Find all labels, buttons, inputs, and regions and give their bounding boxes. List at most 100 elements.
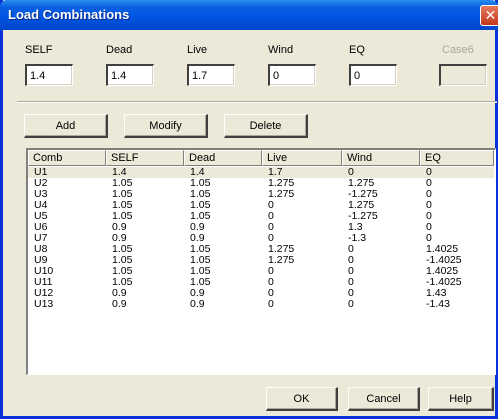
table-row[interactable]: U11 1.05 1.05 0 0 -1.4025 bbox=[28, 277, 494, 288]
combinations-list[interactable]: Comb SELF Dead Live Wind EQ U1 1.4 1.4 1.7 0… bbox=[26, 148, 496, 375]
table-cell: U1 bbox=[34, 167, 48, 178]
table-cell: 1.05 bbox=[190, 244, 211, 255]
table-cell: 1.275 bbox=[348, 200, 375, 211]
close-button[interactable]: ✕ bbox=[480, 5, 498, 26]
add-button-label: Add bbox=[55, 119, 76, 132]
wind-input[interactable] bbox=[268, 64, 316, 86]
table-cell: U3 bbox=[34, 189, 48, 200]
table-row[interactable]: U10 1.05 1.05 0 0 1.4025 bbox=[28, 266, 494, 277]
modify-button[interactable]: Modify bbox=[124, 114, 208, 138]
table-cell: 1.4025 bbox=[426, 244, 459, 255]
cancel-button-label: Cancel bbox=[366, 392, 401, 405]
table-cell: 0 bbox=[426, 200, 432, 211]
dead-input[interactable] bbox=[106, 64, 154, 86]
table-cell: 0 bbox=[348, 244, 354, 255]
title-bar: Load Combinations ✕ bbox=[0, 0, 498, 30]
table-cell: 1.05 bbox=[112, 178, 133, 189]
table-cell: 1.275 bbox=[268, 244, 295, 255]
table-cell: U12 bbox=[34, 288, 54, 299]
modify-button-label: Modify bbox=[149, 119, 182, 132]
table-row[interactable]: U9 1.05 1.05 1.275 0 -1.4025 bbox=[28, 255, 494, 266]
table-cell: 1.4 bbox=[112, 167, 127, 178]
table-cell: 1.275 bbox=[268, 255, 295, 266]
table-cell: 1.05 bbox=[190, 178, 211, 189]
column-header-dead[interactable]: Dead bbox=[184, 150, 262, 166]
eq-input[interactable] bbox=[349, 64, 397, 86]
delete-button-label: Delete bbox=[249, 119, 282, 132]
load-combinations-dialog: Load Combinations ✕ SELF Dead Live Wind … bbox=[0, 0, 498, 419]
table-cell: 1.3 bbox=[348, 222, 363, 233]
table-row[interactable]: U7 0.9 0.9 0 -1.3 0 bbox=[28, 233, 494, 244]
table-cell: 0 bbox=[268, 211, 274, 222]
table-cell: 0 bbox=[348, 299, 354, 310]
help-button[interactable]: Help bbox=[428, 387, 494, 411]
table-cell: -1.275 bbox=[348, 211, 378, 222]
table-cell: U9 bbox=[34, 255, 48, 266]
table-row[interactable]: U1 1.4 1.4 1.7 0 0 bbox=[28, 167, 494, 178]
column-header-eq[interactable]: EQ bbox=[420, 150, 494, 166]
table-row[interactable]: U6 0.9 0.9 0 1.3 0 bbox=[28, 222, 494, 233]
column-header-live[interactable]: Live bbox=[262, 150, 342, 166]
table-cell: 0 bbox=[348, 167, 354, 178]
table-cell: 1.05 bbox=[112, 189, 133, 200]
table-cell: -1.275 bbox=[348, 189, 378, 200]
table-cell: 1.05 bbox=[190, 266, 211, 277]
table-cell: 1.05 bbox=[190, 200, 211, 211]
add-button[interactable]: Add bbox=[24, 114, 108, 138]
table-cell: 1.05 bbox=[190, 189, 211, 200]
table-cell: 0 bbox=[348, 266, 354, 277]
live-input[interactable] bbox=[187, 64, 235, 86]
table-row[interactable]: U5 1.05 1.05 0 -1.275 0 bbox=[28, 211, 494, 222]
table-cell: U11 bbox=[34, 277, 53, 288]
table-cell: 1.05 bbox=[190, 255, 211, 266]
table-cell: 1.05 bbox=[112, 200, 133, 211]
table-row[interactable]: U2 1.05 1.05 1.275 1.275 0 bbox=[28, 178, 494, 189]
list-header: Comb SELF Dead Live Wind EQ bbox=[28, 150, 494, 166]
table-cell: 0 bbox=[268, 277, 274, 288]
table-cell: 0.9 bbox=[112, 288, 127, 299]
eq-label: EQ bbox=[349, 44, 365, 56]
table-row[interactable]: U12 0.9 0.9 0 0 1.43 bbox=[28, 288, 494, 299]
table-cell: U8 bbox=[34, 244, 48, 255]
table-cell: U6 bbox=[34, 222, 48, 233]
column-header-self[interactable]: SELF bbox=[106, 150, 184, 166]
table-cell: 0.9 bbox=[112, 233, 127, 244]
table-cell: 0 bbox=[268, 288, 274, 299]
table-cell: 0 bbox=[426, 211, 432, 222]
table-cell: 0 bbox=[348, 277, 354, 288]
delete-button[interactable]: Delete bbox=[224, 114, 308, 138]
table-cell: 0 bbox=[426, 233, 432, 244]
table-cell: 0 bbox=[426, 178, 432, 189]
table-cell: U13 bbox=[34, 299, 54, 310]
table-row[interactable]: U8 1.05 1.05 1.275 0 1.4025 bbox=[28, 244, 494, 255]
ok-button-label: OK bbox=[293, 392, 310, 405]
table-row[interactable]: U3 1.05 1.05 1.275 -1.275 0 bbox=[28, 189, 494, 200]
table-cell: 1.4 bbox=[190, 167, 205, 178]
case6-label: Case6 bbox=[442, 44, 474, 56]
table-cell: 0.9 bbox=[190, 233, 205, 244]
table-cell: U10 bbox=[34, 266, 54, 277]
table-cell: 0 bbox=[268, 299, 274, 310]
list-rows: U1 1.4 1.4 1.7 0 0 U2 1.05 1.05 1.275 1.275 0 U3 1.05… bbox=[28, 167, 494, 310]
table-cell: 1.05 bbox=[190, 277, 211, 288]
table-cell: 1.43 bbox=[426, 288, 447, 299]
self-input[interactable] bbox=[25, 64, 73, 86]
table-cell: U7 bbox=[34, 233, 48, 244]
table-cell: 0 bbox=[268, 233, 274, 244]
table-row[interactable]: U13 0.9 0.9 0 0 -1.43 bbox=[28, 299, 494, 310]
table-cell: -1.43 bbox=[426, 299, 450, 310]
ok-button[interactable]: OK bbox=[266, 387, 338, 411]
table-cell: 0.9 bbox=[190, 299, 205, 310]
table-cell: 1.05 bbox=[112, 244, 133, 255]
close-icon: ✕ bbox=[484, 7, 497, 24]
table-cell: 0.9 bbox=[190, 288, 205, 299]
column-header-comb[interactable]: Comb bbox=[28, 150, 106, 166]
separator bbox=[17, 101, 497, 103]
table-cell: U5 bbox=[34, 211, 48, 222]
table-cell: 1.05 bbox=[112, 266, 133, 277]
table-cell: U4 bbox=[34, 200, 48, 211]
table-cell: U2 bbox=[34, 178, 48, 189]
column-header-wind[interactable]: Wind bbox=[342, 150, 420, 166]
table-row[interactable]: U4 1.05 1.05 0 1.275 0 bbox=[28, 200, 494, 211]
cancel-button[interactable]: Cancel bbox=[348, 387, 420, 411]
